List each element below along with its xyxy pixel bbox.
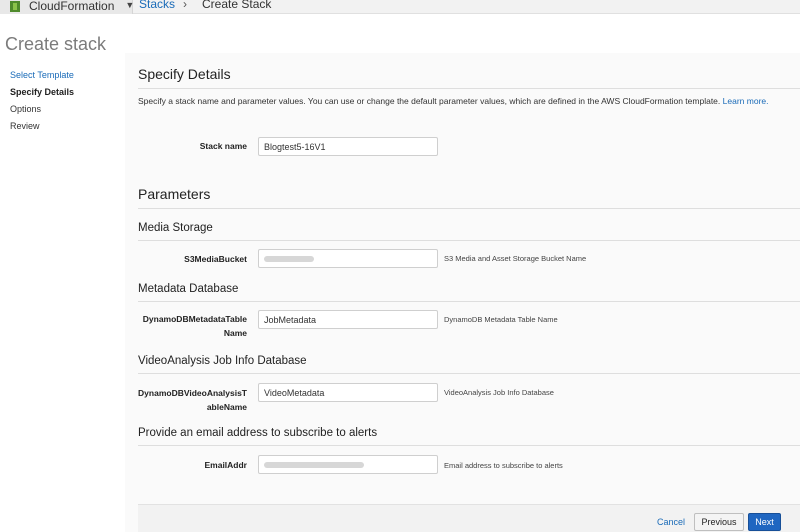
step-select-template[interactable]: Select Template [10, 67, 74, 84]
dynamodb-metadata-table-hint: DynamoDB Metadata Table Name [444, 315, 558, 324]
group-title-media-storage: Media Storage [138, 222, 213, 234]
email-addr-input[interactable] [258, 455, 438, 474]
stack-name-label: Stack name [199, 141, 247, 151]
divider [138, 88, 800, 89]
redacted-value [264, 461, 364, 468]
divider [138, 373, 800, 374]
previous-button[interactable]: Previous [694, 513, 744, 531]
details-description: Specify a stack name and parameter value… [138, 96, 769, 106]
step-specify-details: Specify Details [10, 87, 75, 97]
s3-media-bucket-input[interactable] [258, 249, 438, 268]
chevron-down-icon: ▼ [125, 0, 135, 10]
label-line: DynamoDBMetadataTable [142, 314, 247, 324]
wizard-steps: Select Template Specify Details Options … [10, 67, 74, 135]
next-button[interactable]: Next [748, 513, 781, 531]
s3-media-bucket-label: S3MediaBucket [184, 254, 247, 264]
description-text: Specify a stack name and parameter value… [138, 96, 721, 106]
group-title-metadata-database: Metadata Database [138, 283, 239, 295]
step-review: Review [10, 121, 40, 131]
dynamodb-videoanalysis-table-input[interactable] [258, 383, 438, 402]
service-menu[interactable]: CloudFormation ▼ [0, 0, 135, 14]
divider [138, 301, 800, 302]
breadcrumb-separator: › [183, 0, 187, 11]
label-line: Name [223, 328, 247, 338]
breadcrumb-current: Create Stack [202, 0, 272, 11]
cloudformation-icon [10, 0, 20, 12]
s3-media-bucket-hint: S3 Media and Asset Storage Bucket Name [444, 254, 587, 263]
divider [138, 208, 800, 209]
section-title-specify-details: Specify Details [138, 66, 231, 82]
service-name: CloudFormation [29, 0, 115, 13]
label-line: DynamoDBVideoAnalysisT [138, 388, 247, 398]
top-nav-bar: CloudFormation ▼ Stacks › Create Stack [0, 0, 800, 14]
divider [138, 445, 800, 446]
group-title-videoanalysis: VideoAnalysis Job Info Database [138, 355, 307, 367]
group-title-email-alerts: Provide an email address to subscribe to… [138, 427, 378, 439]
email-addr-hint: Email address to subscribe to alerts [444, 461, 563, 470]
label-line: ableName [206, 402, 247, 412]
cancel-button[interactable]: Cancel [657, 517, 685, 527]
dynamodb-metadata-table-label: DynamoDBMetadataTable Name [117, 312, 247, 340]
stack-name-input[interactable] [258, 137, 438, 156]
redacted-value [264, 255, 314, 262]
dynamodb-metadata-table-input[interactable] [258, 310, 438, 329]
breadcrumb-stacks-link[interactable]: Stacks [139, 0, 175, 11]
step-options: Options [10, 104, 42, 114]
email-addr-label: EmailAddr [204, 460, 247, 470]
dynamodb-videoanalysis-table-label: DynamoDBVideoAnalysisT ableName [117, 386, 247, 414]
divider [138, 240, 800, 241]
learn-more-link[interactable]: Learn more. [723, 96, 769, 106]
dynamodb-videoanalysis-table-hint: VideoAnalysis Job Info Database [444, 388, 554, 397]
page-title: Create stack [5, 34, 107, 54]
section-title-parameters: Parameters [138, 186, 211, 202]
